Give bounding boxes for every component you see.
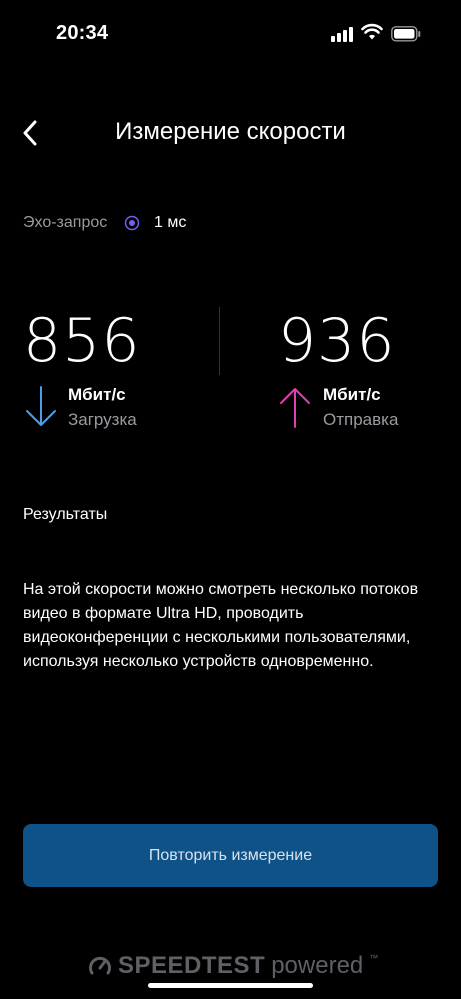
speed-divider	[219, 307, 220, 375]
page-title: Измерение скорости	[0, 118, 461, 146]
ping-label: Эхо-запрос	[23, 214, 108, 231]
battery-icon	[391, 26, 421, 42]
speedtest-powered-logo: SPEEDTEST powered ™	[88, 951, 378, 981]
cellular-signal-icon	[331, 27, 353, 42]
retry-measurement-button[interactable]: Повторить измерение	[23, 824, 438, 887]
home-indicator[interactable]	[148, 983, 313, 988]
page-title-text: Измерение скорости	[115, 118, 346, 145]
download-label: Загрузка	[68, 410, 137, 429]
download-arrow-icon	[26, 386, 56, 426]
speedometer-icon	[89, 956, 111, 975]
upload-arrow-icon	[280, 388, 310, 428]
ping-value: 1 мс	[154, 214, 187, 231]
powered-text: powered	[271, 952, 364, 979]
wifi-icon	[361, 23, 383, 40]
download-unit: Мбит/с	[68, 385, 126, 404]
trademark-symbol: ™	[369, 953, 379, 963]
upload-speed-value: 936	[278, 306, 396, 376]
results-description: На этой скорости можно смотреть нескольк…	[23, 581, 419, 670]
upload-label: Отправка	[323, 410, 399, 429]
results-title: Результаты	[23, 506, 108, 523]
ping-indicator-icon	[124, 215, 140, 231]
upload-unit: Мбит/с	[323, 385, 381, 404]
status-time: 20:34	[56, 22, 109, 44]
download-speed-value: 856	[23, 306, 141, 376]
speedtest-brand: SPEEDTEST	[118, 952, 266, 979]
retry-measurement-label: Повторить измерение	[148, 846, 313, 864]
